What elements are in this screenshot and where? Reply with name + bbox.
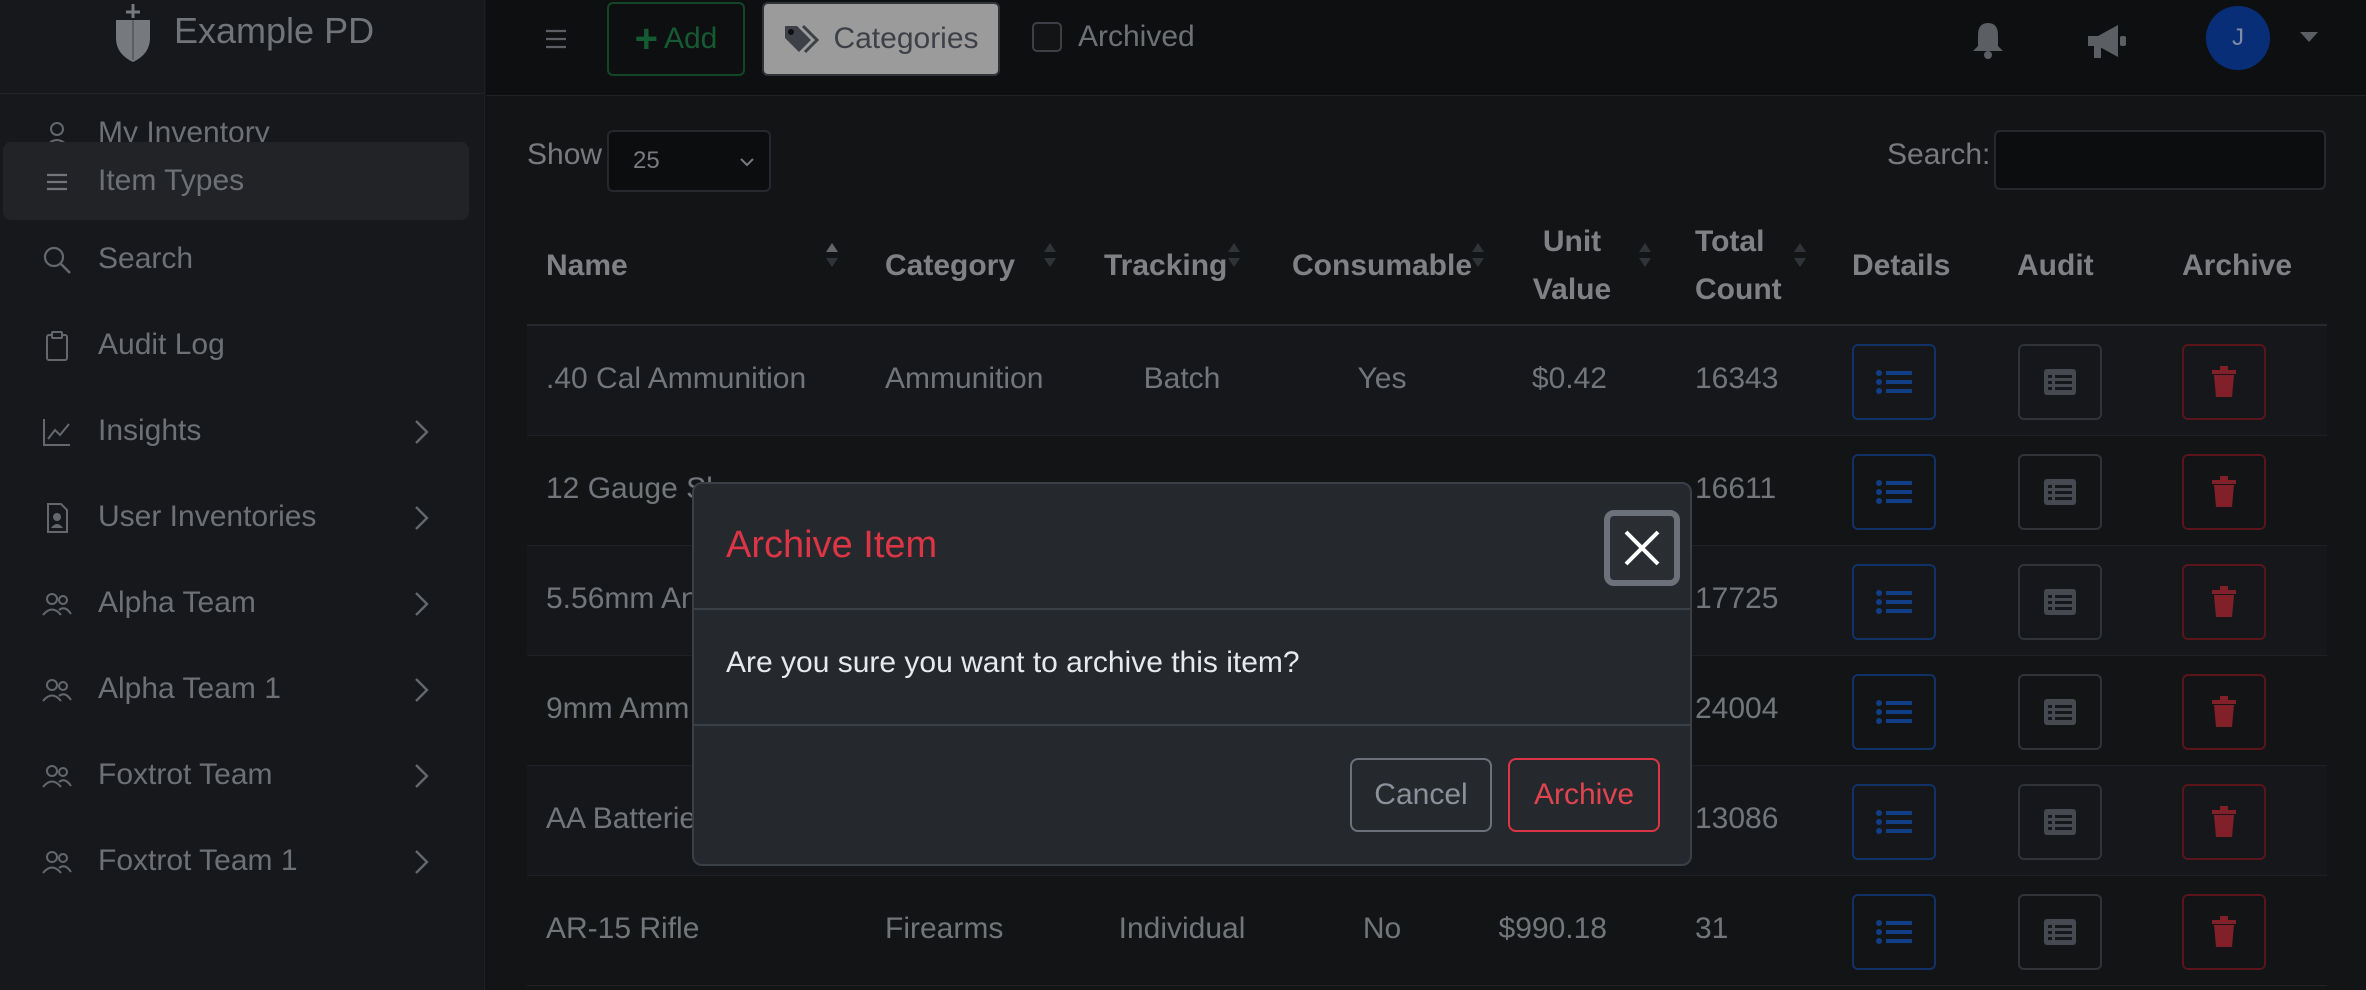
close-icon [1624,530,1660,566]
modal-message: Are you sure you want to archive this it… [726,646,1300,679]
modal-close-button[interactable] [1604,510,1680,586]
cancel-button[interactable]: Cancel [1350,758,1492,832]
archive-item-modal: Archive Item Are you sure you want to ar… [692,482,1692,866]
modal-footer-divider [694,724,1690,726]
modal-title: Archive Item [726,524,938,566]
modal-header: Archive Item [694,484,1690,610]
confirm-archive-button[interactable]: Archive [1508,758,1660,832]
